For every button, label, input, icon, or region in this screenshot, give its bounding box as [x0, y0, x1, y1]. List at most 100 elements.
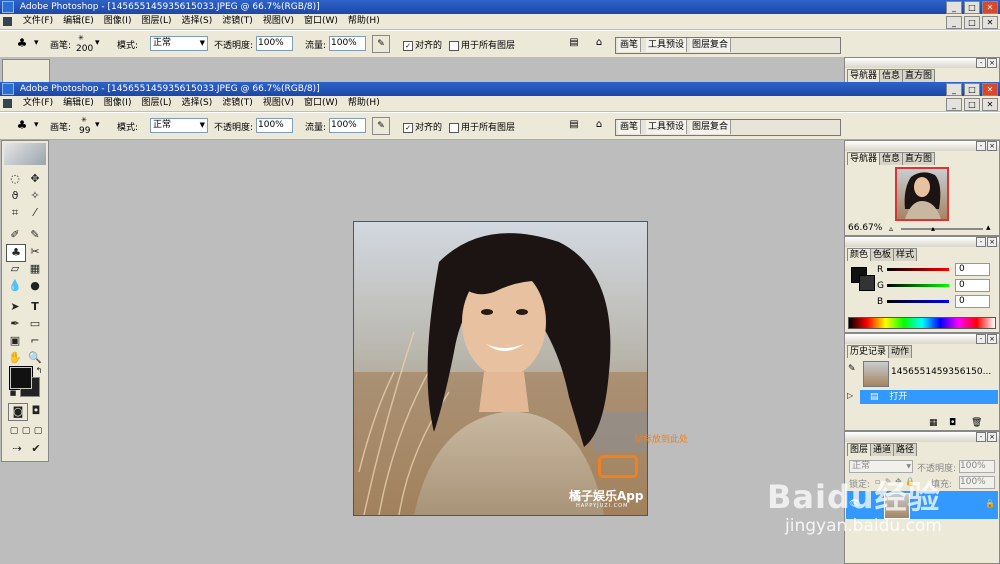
app-menu-icon[interactable]	[3, 17, 12, 26]
palette-well-layer-comps[interactable]: 图层复合	[690, 38, 732, 52]
marquee-tool-icon[interactable]: ◌	[6, 171, 24, 187]
trash-icon[interactable]: 🗑	[971, 418, 982, 428]
stamp-dropdown-icon[interactable]: ▾	[34, 120, 39, 130]
airbrush-icon[interactable]: ✎	[372, 117, 390, 135]
color-background-swatch[interactable]	[859, 275, 875, 291]
menu-edit[interactable]: 编辑(E)	[58, 96, 99, 111]
tab-history[interactable]: 历史记录	[847, 345, 890, 358]
tab-info[interactable]: 信息	[879, 152, 904, 165]
new-document-from-state-icon[interactable]: ▦	[929, 418, 938, 428]
menu-filter[interactable]: 滤镜(T)	[217, 14, 258, 29]
back-tab-navigator[interactable]: 导航器	[847, 69, 881, 82]
history-brush-source-icon[interactable]: ✎	[848, 364, 856, 374]
history-brush-tool-icon[interactable]: ✂	[26, 244, 44, 260]
aligned-checkbox[interactable]: ✓ 对齐的	[403, 120, 442, 133]
tab-swatches[interactable]: 色板	[870, 248, 895, 261]
doc-restore-icon[interactable]: □	[964, 16, 980, 29]
menu-file[interactable]: 文件(F)	[18, 96, 58, 111]
shape-tool-icon[interactable]: ▭	[26, 316, 44, 332]
tab-styles[interactable]: 样式	[893, 248, 918, 261]
channel-r-input[interactable]: 0	[955, 263, 990, 276]
clone-stamp-tool-icon[interactable]: ♣	[6, 244, 26, 262]
all-layers-checkbox[interactable]: 用于所有图层	[449, 120, 515, 133]
dodge-tool-icon[interactable]: ●	[26, 278, 44, 294]
brush-size[interactable]: 200	[76, 44, 93, 54]
crop-tool-icon[interactable]: ⌗	[6, 205, 24, 221]
eraser-tool-icon[interactable]: ▱	[6, 261, 24, 277]
airbrush-icon[interactable]: ✎	[372, 35, 390, 53]
tab-color[interactable]: 颜色	[847, 248, 872, 261]
palette-well-tool-presets[interactable]: 工具预设	[646, 120, 688, 134]
notes-tool-icon[interactable]: ▣	[6, 333, 24, 349]
palette-well-brush[interactable]: 画笔	[618, 38, 642, 52]
stamp-dropdown-icon[interactable]: ▾	[34, 38, 39, 48]
palette-well-icon[interactable]: ⌂	[591, 117, 607, 133]
app-menu-icon[interactable]	[3, 99, 12, 108]
magic-wand-tool-icon[interactable]: ✧	[26, 188, 44, 204]
doc-minimize-icon[interactable]: _	[946, 98, 962, 111]
screen-mode-full-icon[interactable]: ▢	[29, 423, 47, 439]
channel-g-slider[interactable]	[887, 284, 949, 287]
menu-file[interactable]: 文件(F)	[18, 14, 58, 29]
flow-input[interactable]: 100%	[329, 36, 366, 51]
stamp-tool-icon[interactable]: ♣	[14, 117, 30, 133]
history-step-open[interactable]: ▤ 打开	[860, 390, 998, 404]
navigator-zoom-slider[interactable]	[901, 228, 983, 230]
history-snapshot-name[interactable]: 1456551459356150...	[891, 367, 991, 377]
palette-well-icon[interactable]: ⌂	[591, 35, 607, 51]
menu-help[interactable]: 帮助(H)	[343, 96, 385, 111]
standard-mode-icon[interactable]: ◙	[8, 403, 28, 421]
menu-select[interactable]: 选择(S)	[177, 14, 218, 29]
doc-restore-icon[interactable]: □	[964, 98, 980, 111]
history-snapshot-thumbnail[interactable]	[863, 361, 889, 387]
type-tool-icon[interactable]: T	[26, 299, 44, 315]
doc-close-icon[interactable]: ✕	[982, 98, 998, 111]
menu-select[interactable]: 选择(S)	[177, 96, 218, 111]
hand-tool-icon[interactable]: ✋	[6, 350, 24, 366]
lasso-tool-icon[interactable]: ϑ	[6, 188, 24, 204]
all-layers-checkbox[interactable]: 用于所有图层	[449, 38, 515, 51]
navigator-preview[interactable]	[895, 167, 949, 221]
zoom-in-icon[interactable]: ▴	[986, 223, 991, 233]
menu-layer[interactable]: 图层(L)	[136, 14, 176, 29]
menu-image[interactable]: 图像(I)	[99, 96, 137, 111]
blur-tool-icon[interactable]: 💧	[6, 278, 24, 294]
pen-tool-icon[interactable]: ✒	[6, 316, 24, 332]
flow-input[interactable]: 100%	[329, 118, 366, 133]
minimize-icon[interactable]: _	[946, 1, 962, 14]
quick-mask-mode-icon[interactable]: ◘	[27, 403, 45, 419]
zoom-out-icon[interactable]: ▵	[889, 224, 893, 233]
feather-logo-icon[interactable]	[4, 143, 46, 165]
layer-opacity-input[interactable]: 100%	[959, 460, 995, 473]
channel-b-slider[interactable]	[887, 300, 949, 303]
close-icon[interactable]: ✕	[982, 1, 998, 14]
back-window-titlebar[interactable]: Adobe Photoshop - [145655145935615033.JP…	[0, 0, 1000, 14]
eyedropper-tool-icon[interactable]: ⌐	[26, 333, 44, 349]
channel-b-input[interactable]: 0	[955, 295, 990, 308]
menu-filter[interactable]: 滤镜(T)	[217, 96, 258, 111]
file-browser-icon[interactable]: ▤	[566, 117, 582, 133]
default-colors-icon[interactable]: ■	[4, 385, 22, 401]
path-selection-tool-icon[interactable]: ➤	[6, 299, 24, 315]
back-tab-info[interactable]: 信息	[879, 69, 904, 82]
tab-histogram[interactable]: 直方图	[902, 152, 936, 165]
tab-navigator[interactable]: 导航器	[847, 152, 881, 165]
maximize-icon[interactable]: □	[964, 83, 980, 96]
brush-tool-icon[interactable]: ✎	[26, 227, 44, 243]
move-tool-icon[interactable]: ✥	[26, 171, 44, 187]
opacity-input[interactable]: 100%	[256, 36, 293, 51]
menu-view[interactable]: 视图(V)	[258, 14, 299, 29]
navigator-zoom-value[interactable]: 66.67%	[848, 223, 882, 233]
aligned-checkbox[interactable]: ✓ 对齐的	[403, 38, 442, 51]
brush-size[interactable]: 99	[79, 126, 90, 136]
palette-well-tool-presets[interactable]: 工具预设	[646, 38, 688, 52]
layer-fill-input[interactable]: 100%	[959, 476, 995, 489]
gradient-tool-icon[interactable]: ▦	[26, 261, 44, 277]
channel-g-input[interactable]: 0	[955, 279, 990, 292]
mode-select[interactable]: 正常 ▼	[150, 118, 208, 133]
brush-dropdown-icon[interactable]: ▾	[95, 38, 100, 48]
maximize-icon[interactable]: □	[964, 1, 980, 14]
slice-tool-icon[interactable]: ⁄	[26, 205, 44, 221]
menu-view[interactable]: 视图(V)	[258, 96, 299, 111]
palette-well-brush[interactable]: 画笔	[618, 120, 642, 134]
